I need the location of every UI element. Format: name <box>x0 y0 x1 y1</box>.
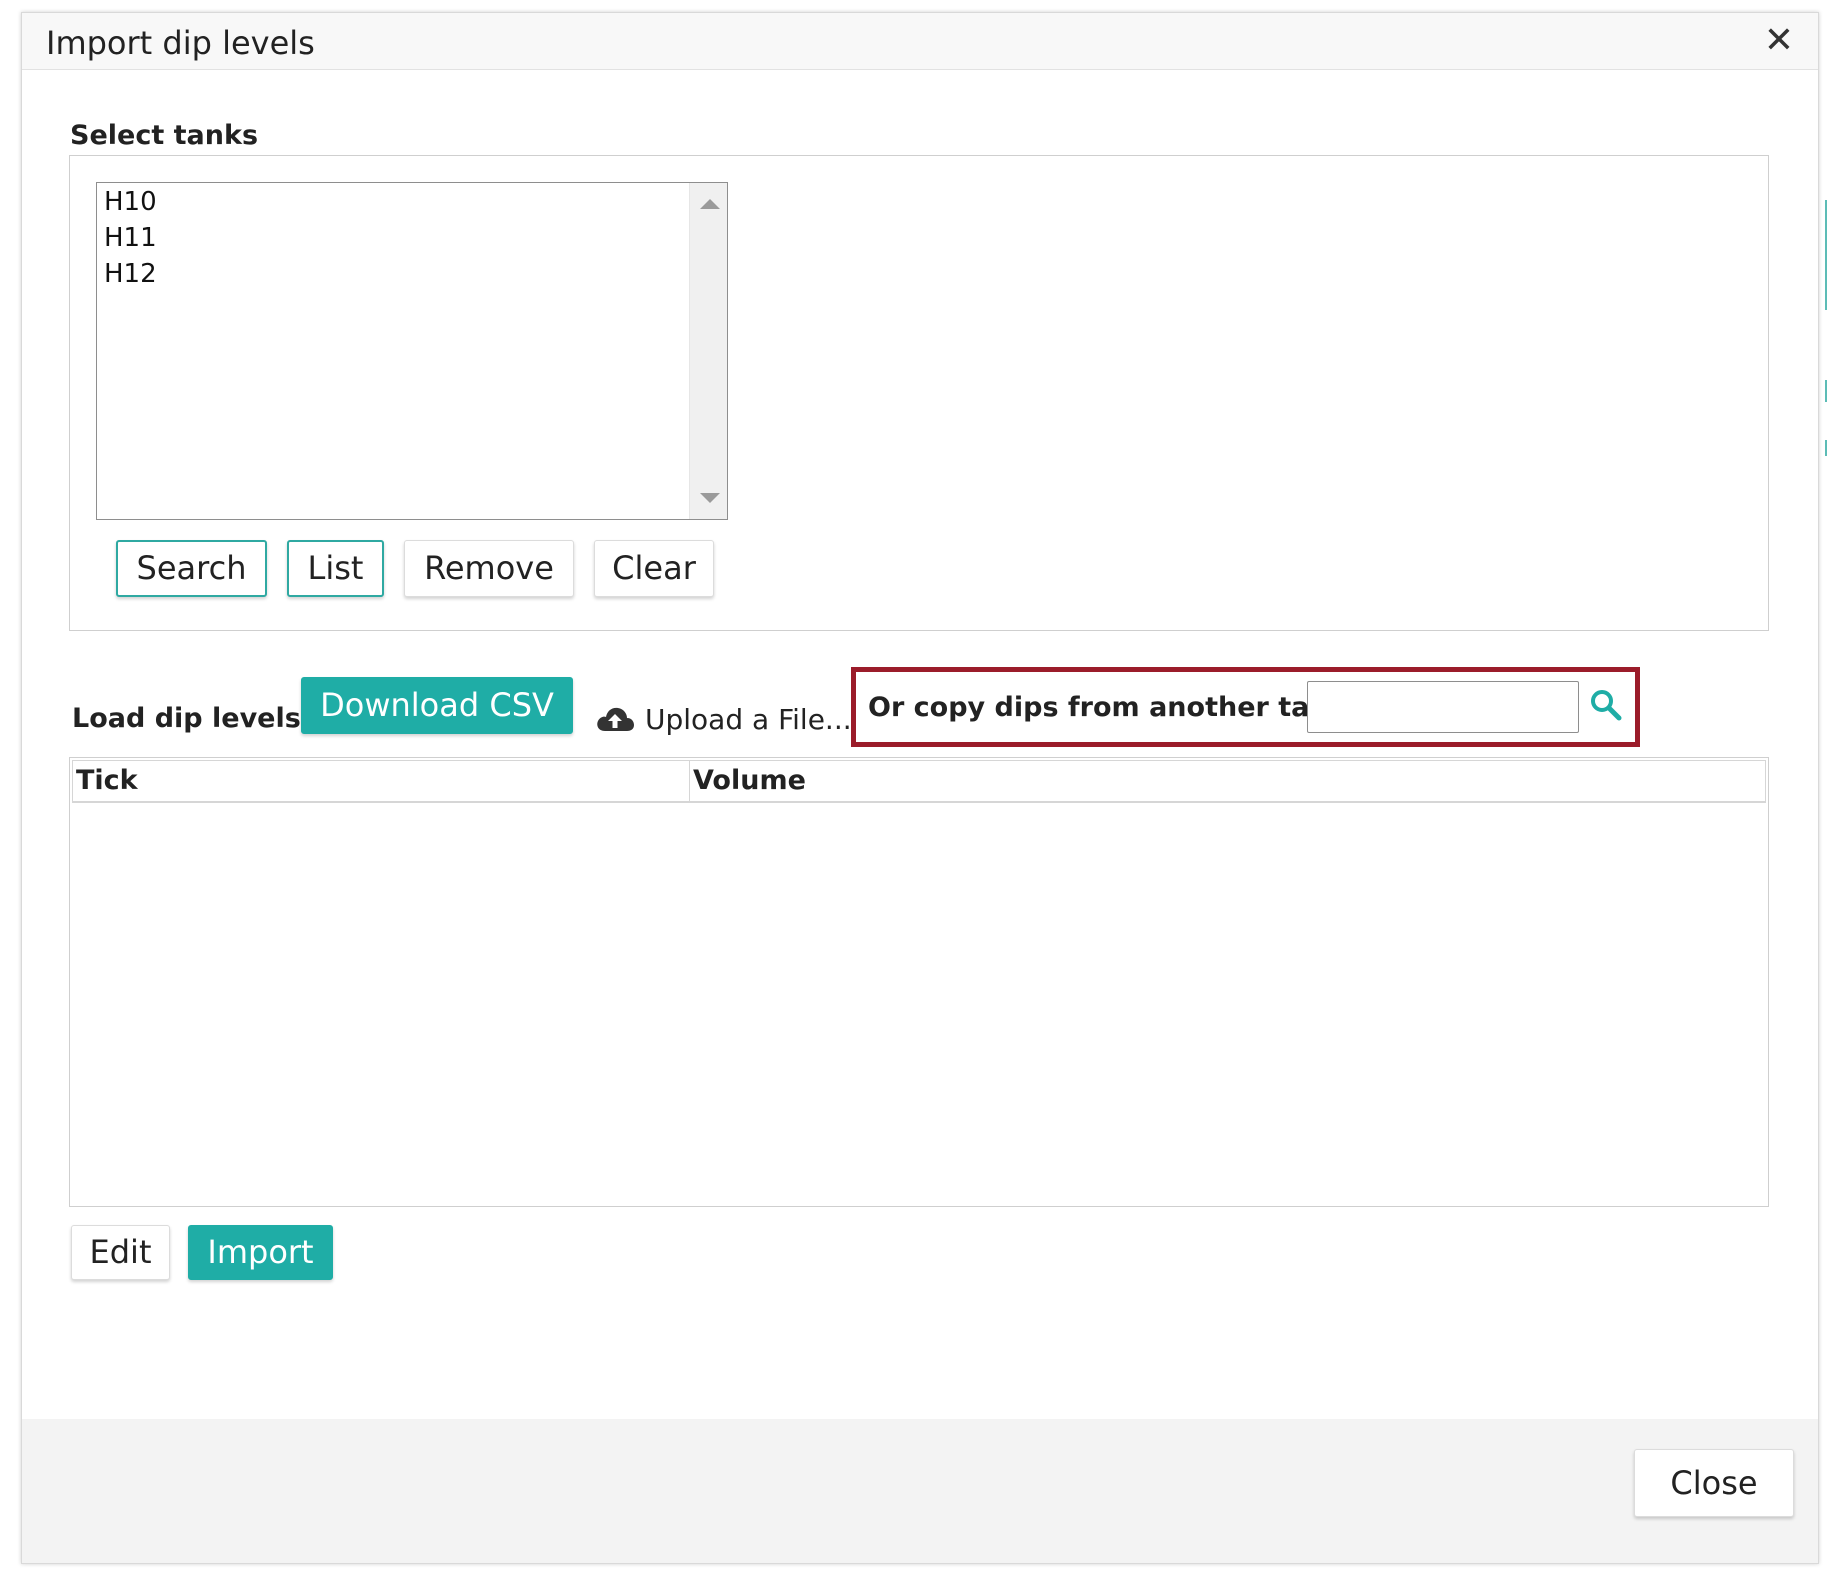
remove-button[interactable]: Remove <box>404 540 574 597</box>
clear-button[interactable]: Clear <box>594 540 714 597</box>
tank-list-item[interactable]: H11 <box>104 223 157 253</box>
tank-list-item[interactable]: H12 <box>104 259 157 289</box>
upload-file-button[interactable]: Upload a File... <box>595 701 852 737</box>
import-dip-levels-dialog: Import dip levels ✕ Select tanks H10 H11… <box>21 12 1819 1564</box>
select-tanks-panel: H10 H11 H12 Search List Remove Clear <box>69 155 1769 631</box>
search-icon[interactable] <box>1589 688 1623 722</box>
background-edge-mark <box>1825 380 1827 402</box>
background-edge-mark <box>1825 440 1827 456</box>
cloud-upload-icon <box>597 707 634 731</box>
close-button[interactable]: Close <box>1634 1449 1794 1517</box>
load-dip-levels-label: Load dip levels: <box>72 703 312 734</box>
dialog-title: Import dip levels <box>46 24 315 62</box>
select-tanks-label: Select tanks <box>70 120 259 151</box>
edit-button[interactable]: Edit <box>71 1225 170 1280</box>
column-header-volume[interactable]: Volume <box>693 765 806 796</box>
background-edge-mark <box>1825 200 1827 310</box>
close-icon[interactable]: ✕ <box>1764 23 1794 59</box>
dialog-footer: Close <box>22 1419 1818 1563</box>
dialog-titlebar: Import dip levels ✕ <box>22 13 1818 70</box>
scroll-up-icon[interactable] <box>700 199 720 209</box>
search-button[interactable]: Search <box>116 540 267 597</box>
copy-dips-highlight: Or copy dips from another tank <box>851 667 1640 747</box>
column-header-tick[interactable]: Tick <box>76 765 138 796</box>
dip-levels-grid: Tick Volume <box>69 757 1769 1207</box>
import-button[interactable]: Import <box>188 1225 333 1280</box>
scroll-down-icon[interactable] <box>700 493 720 503</box>
tank-list-item[interactable]: H10 <box>104 187 157 217</box>
tank-listbox[interactable]: H10 H11 H12 <box>96 182 728 520</box>
copy-dips-tank-input[interactable] <box>1307 681 1579 733</box>
copy-dips-label: Or copy dips from another tank <box>868 692 1347 723</box>
upload-file-label: Upload a File... <box>645 702 852 736</box>
column-divider <box>689 761 690 801</box>
list-button[interactable]: List <box>287 540 384 597</box>
listbox-scrollbar[interactable] <box>689 183 727 519</box>
download-csv-button[interactable]: Download CSV <box>301 677 573 734</box>
grid-header: Tick Volume <box>72 760 1766 803</box>
